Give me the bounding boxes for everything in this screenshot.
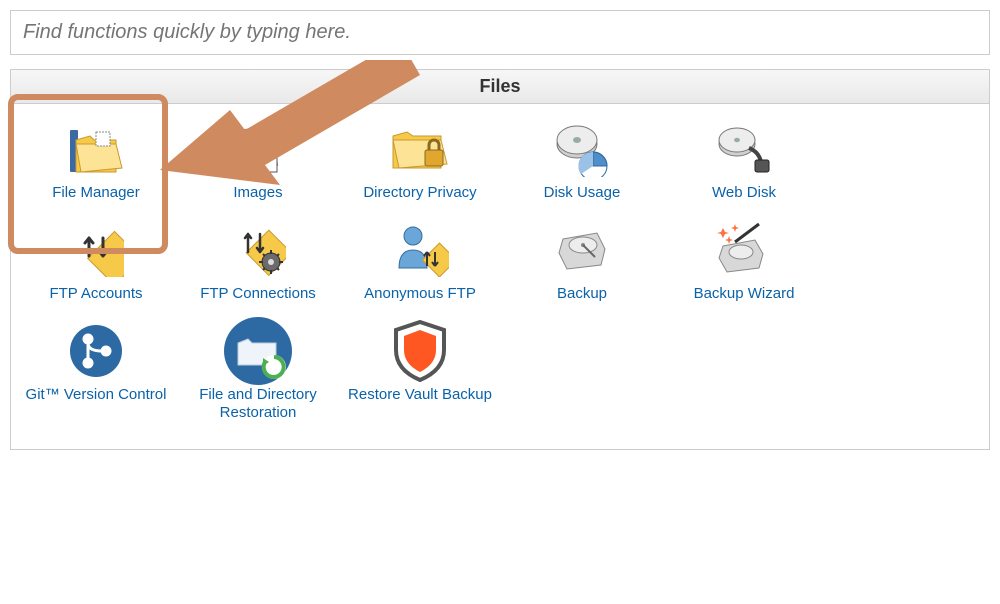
hdd-icon [503,219,661,281]
item-label: Restore Vault Backup [341,386,499,405]
folder-lock-icon [341,118,499,180]
item-directory-privacy[interactable]: Directory Privacy [339,112,501,213]
ftp-gear-icon [179,219,337,281]
vault-shield-icon [341,320,499,382]
panel-title: Files [11,70,989,104]
files-panel: Files File Manager [10,69,990,450]
folder-app-icon [17,118,175,180]
item-label: FTP Connections [179,285,337,304]
item-file-manager[interactable]: File Manager [15,112,177,213]
search-input[interactable] [10,10,990,55]
item-label: FTP Accounts [17,285,175,304]
item-backup-wizard[interactable]: Backup Wizard [663,213,825,314]
item-label: Backup Wizard [665,285,823,304]
item-backup[interactable]: Backup [501,213,663,314]
item-label: File Manager [17,184,175,203]
item-label: File and Directory Restoration [179,386,337,424]
item-label: Web Disk [665,184,823,203]
ftp-arrows-icon [17,219,175,281]
item-label: Images [179,184,337,203]
item-images[interactable]: Images [177,112,339,213]
item-git-version-control[interactable]: Git™ Version Control [15,314,177,415]
hdd-wand-icon [665,219,823,281]
folder-restore-icon [179,320,337,382]
disk-pie-icon [503,118,661,180]
disk-net-icon [665,118,823,180]
item-disk-usage[interactable]: Disk Usage [501,112,663,213]
user-ftp-icon [341,219,499,281]
item-ftp-accounts[interactable]: FTP Accounts [15,213,177,314]
item-label: Disk Usage [503,184,661,203]
item-label: Directory Privacy [341,184,499,203]
files-grid: File Manager Images [11,104,989,449]
item-label: Git™ Version Control [17,386,175,405]
git-graph-icon [17,320,175,382]
photo-stack-icon [179,118,337,180]
item-anonymous-ftp[interactable]: Anonymous FTP [339,213,501,314]
item-file-dir-restore[interactable]: File and Directory Restoration [177,314,339,434]
item-ftp-connections[interactable]: FTP Connections [177,213,339,314]
item-label: Backup [503,285,661,304]
item-web-disk[interactable]: Web Disk [663,112,825,213]
item-restore-vault[interactable]: Restore Vault Backup [339,314,501,415]
item-label: Anonymous FTP [341,285,499,304]
